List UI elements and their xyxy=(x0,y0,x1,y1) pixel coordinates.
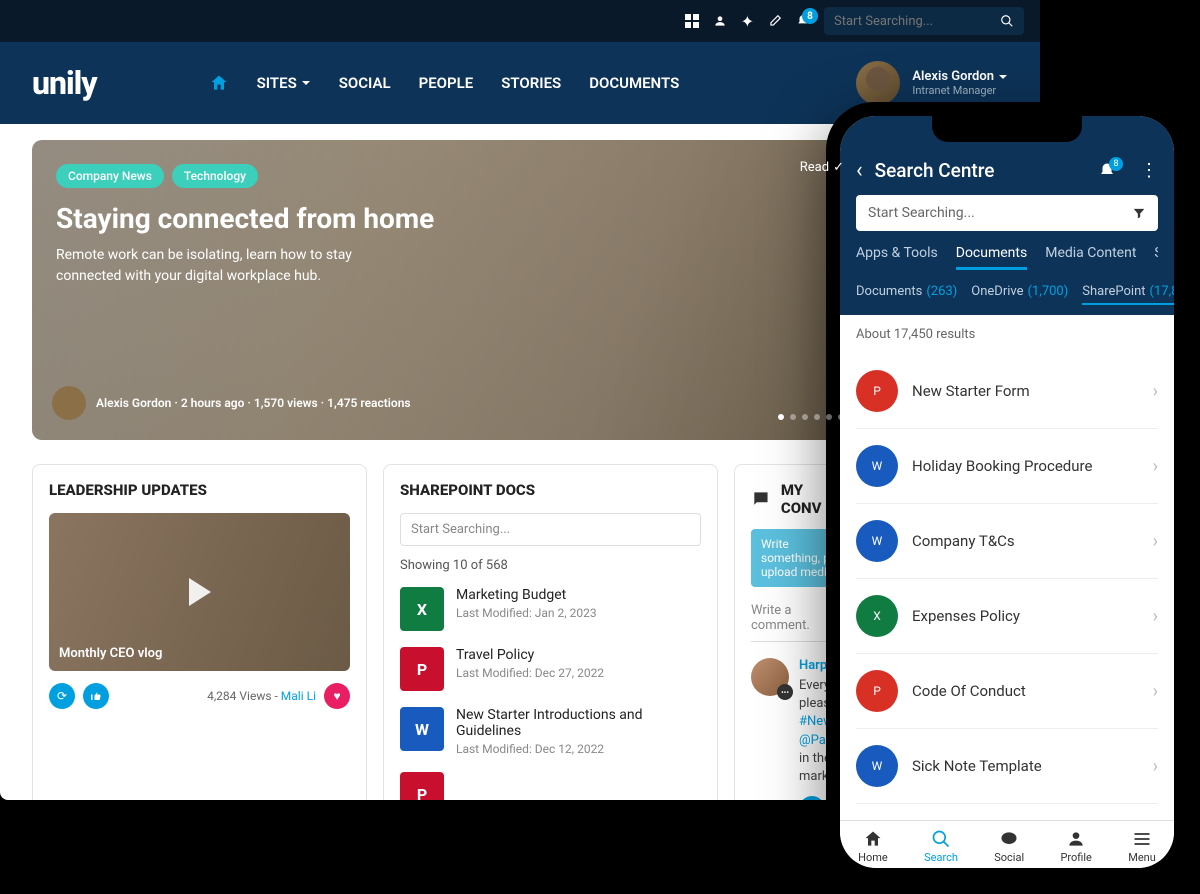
pdf-icon: P xyxy=(856,370,898,412)
nav-search[interactable]: Search xyxy=(924,829,958,864)
leadership-title: LEADERSHIP UPDATES xyxy=(49,481,350,499)
nav-people[interactable]: PEOPLE xyxy=(419,74,474,92)
nav-documents[interactable]: DOCUMENTS xyxy=(589,74,679,92)
tab-media[interactable]: Media Content xyxy=(1045,245,1136,270)
tag-technology[interactable]: Technology xyxy=(172,164,258,188)
chevron-down-icon xyxy=(998,72,1008,82)
word-icon: W xyxy=(856,520,898,562)
word-icon: W xyxy=(856,745,898,787)
pdf-icon: P xyxy=(400,647,444,691)
excel-icon: X xyxy=(400,587,444,631)
nav-social[interactable]: Social xyxy=(994,829,1024,864)
leadership-card: LEADERSHIP UPDATES Monthly CEO vlog ⟳ 4,… xyxy=(32,464,367,800)
excel-icon: X xyxy=(856,595,898,637)
pdf-icon: P xyxy=(400,772,444,800)
bell-badge: 8 xyxy=(802,8,818,24)
doc-search[interactable]: Start Searching... xyxy=(400,513,701,546)
author-avatar xyxy=(52,386,86,420)
star-icon[interactable]: ✦ xyxy=(741,12,754,31)
video-views: 4,284 Views - Mali Li xyxy=(207,689,316,703)
edit-icon[interactable] xyxy=(768,14,782,28)
doc-item[interactable]: W New Starter Introductions and Guidelin… xyxy=(400,707,701,756)
hero-meta: Alexis Gordon · 2 hours ago · 1,570 view… xyxy=(96,396,411,410)
result-item[interactable]: XExpenses Policy› xyxy=(856,579,1158,654)
result-item[interactable]: WSick Note Template› xyxy=(856,729,1158,804)
mobile-search[interactable]: Start Searching... xyxy=(856,195,1158,231)
doc-item[interactable]: P xyxy=(400,772,701,800)
search-input[interactable] xyxy=(834,14,1000,29)
results-count: Showing 10 of 568 xyxy=(400,558,701,573)
sharepoint-title: SHAREPOINT DOCS xyxy=(400,481,701,499)
screen-title: Search Centre xyxy=(875,159,1086,182)
bell-icon[interactable]: 8 xyxy=(796,14,810,28)
result-item[interactable]: PCode Of Conduct› xyxy=(856,654,1158,729)
chevron-right-icon: › xyxy=(1153,756,1158,777)
chevron-down-icon xyxy=(301,78,311,88)
global-search[interactable] xyxy=(824,7,1024,35)
video-thumbnail[interactable]: Monthly CEO vlog xyxy=(49,513,350,671)
doc-item[interactable]: X Marketing BudgetLast Modified: Jan 2, … xyxy=(400,587,701,631)
nav-sites[interactable]: SITES xyxy=(257,74,311,92)
tab-apps[interactable]: Apps & Tools xyxy=(856,245,938,270)
pdf-icon: P xyxy=(856,670,898,712)
video-title: Monthly CEO vlog xyxy=(59,646,162,661)
subtab-documents[interactable]: Documents (263) xyxy=(856,284,957,305)
nav-home[interactable] xyxy=(209,73,229,93)
like-button[interactable] xyxy=(83,683,109,709)
filter-icon[interactable] xyxy=(1132,206,1146,220)
more-icon[interactable]: ⋮ xyxy=(1140,160,1158,181)
tab-servicenow[interactable]: ServiceN xyxy=(1154,245,1158,270)
word-icon: W xyxy=(400,707,444,751)
bell-icon[interactable]: 8 xyxy=(1098,162,1116,180)
heart-button[interactable]: ♥ xyxy=(324,683,350,709)
chevron-right-icon: › xyxy=(1153,606,1158,627)
subtab-sharepoint[interactable]: SharePoint (17,806) xyxy=(1082,284,1174,305)
logo[interactable]: unily xyxy=(32,64,97,102)
avatar xyxy=(856,61,900,105)
user-role: Intranet Manager xyxy=(912,84,1008,97)
results-count: About 17,450 results xyxy=(840,315,1174,354)
topbar: ✦ 8 xyxy=(0,0,1040,42)
word-icon: W xyxy=(856,445,898,487)
subtabs: Documents (263) OneDrive (1,700) SharePo… xyxy=(840,284,1174,315)
app-launcher-icon[interactable] xyxy=(685,14,699,28)
nav-home[interactable]: Home xyxy=(858,829,888,864)
chevron-right-icon: › xyxy=(1153,681,1158,702)
chevron-right-icon: › xyxy=(1153,381,1158,402)
hero-story[interactable]: Company News Technology Staying connecte… xyxy=(32,140,864,440)
play-icon xyxy=(189,578,211,606)
mobile-device: ‹ Search Centre 8 ⋮ Start Searching... A… xyxy=(826,102,1188,882)
chevron-right-icon: › xyxy=(1153,456,1158,477)
hero-title: Staying connected from home xyxy=(56,202,840,235)
chevron-right-icon: › xyxy=(1153,531,1158,552)
result-item[interactable]: WCompany T&Cs› xyxy=(856,504,1158,579)
tab-documents[interactable]: Documents xyxy=(956,245,1027,270)
bottom-nav: Home Search Social Profile Menu xyxy=(840,820,1174,868)
post-avatar: ••• xyxy=(751,658,789,696)
author-link[interactable]: Mali Li xyxy=(281,689,316,703)
nav-menu[interactable]: Menu xyxy=(1128,829,1156,864)
nav-social[interactable]: SOCIAL xyxy=(339,74,391,92)
search-icon xyxy=(1000,13,1014,29)
sharepoint-card: SHAREPOINT DOCS Start Searching... Showi… xyxy=(383,464,718,800)
share-button[interactable]: ⟳ xyxy=(49,683,75,709)
share-button[interactable]: ⟳ xyxy=(799,796,825,800)
nav-profile[interactable]: Profile xyxy=(1060,829,1091,864)
subtab-onedrive[interactable]: OneDrive (1,700) xyxy=(971,284,1068,305)
read-badge: Read ✓ xyxy=(800,160,844,175)
user-name: Alexis Gordon xyxy=(912,69,994,84)
tag-company-news[interactable]: Company News xyxy=(56,164,164,188)
nav-stories[interactable]: STORIES xyxy=(501,74,561,92)
result-item[interactable]: PNew Starter Form› xyxy=(856,354,1158,429)
carousel-dots[interactable] xyxy=(778,414,844,420)
doc-item[interactable]: P Travel PolicyLast Modified: Dec 27, 20… xyxy=(400,647,701,691)
user-menu[interactable]: Alexis Gordon Intranet Manager xyxy=(856,61,1008,105)
back-button[interactable]: ‹ xyxy=(856,158,863,183)
profile-icon[interactable] xyxy=(713,14,727,28)
notch xyxy=(932,116,1082,142)
chat-icon xyxy=(751,489,771,509)
hero-description: Remote work can be isolating, learn how … xyxy=(56,245,396,287)
result-item[interactable]: WHoliday Booking Procedure› xyxy=(856,429,1158,504)
